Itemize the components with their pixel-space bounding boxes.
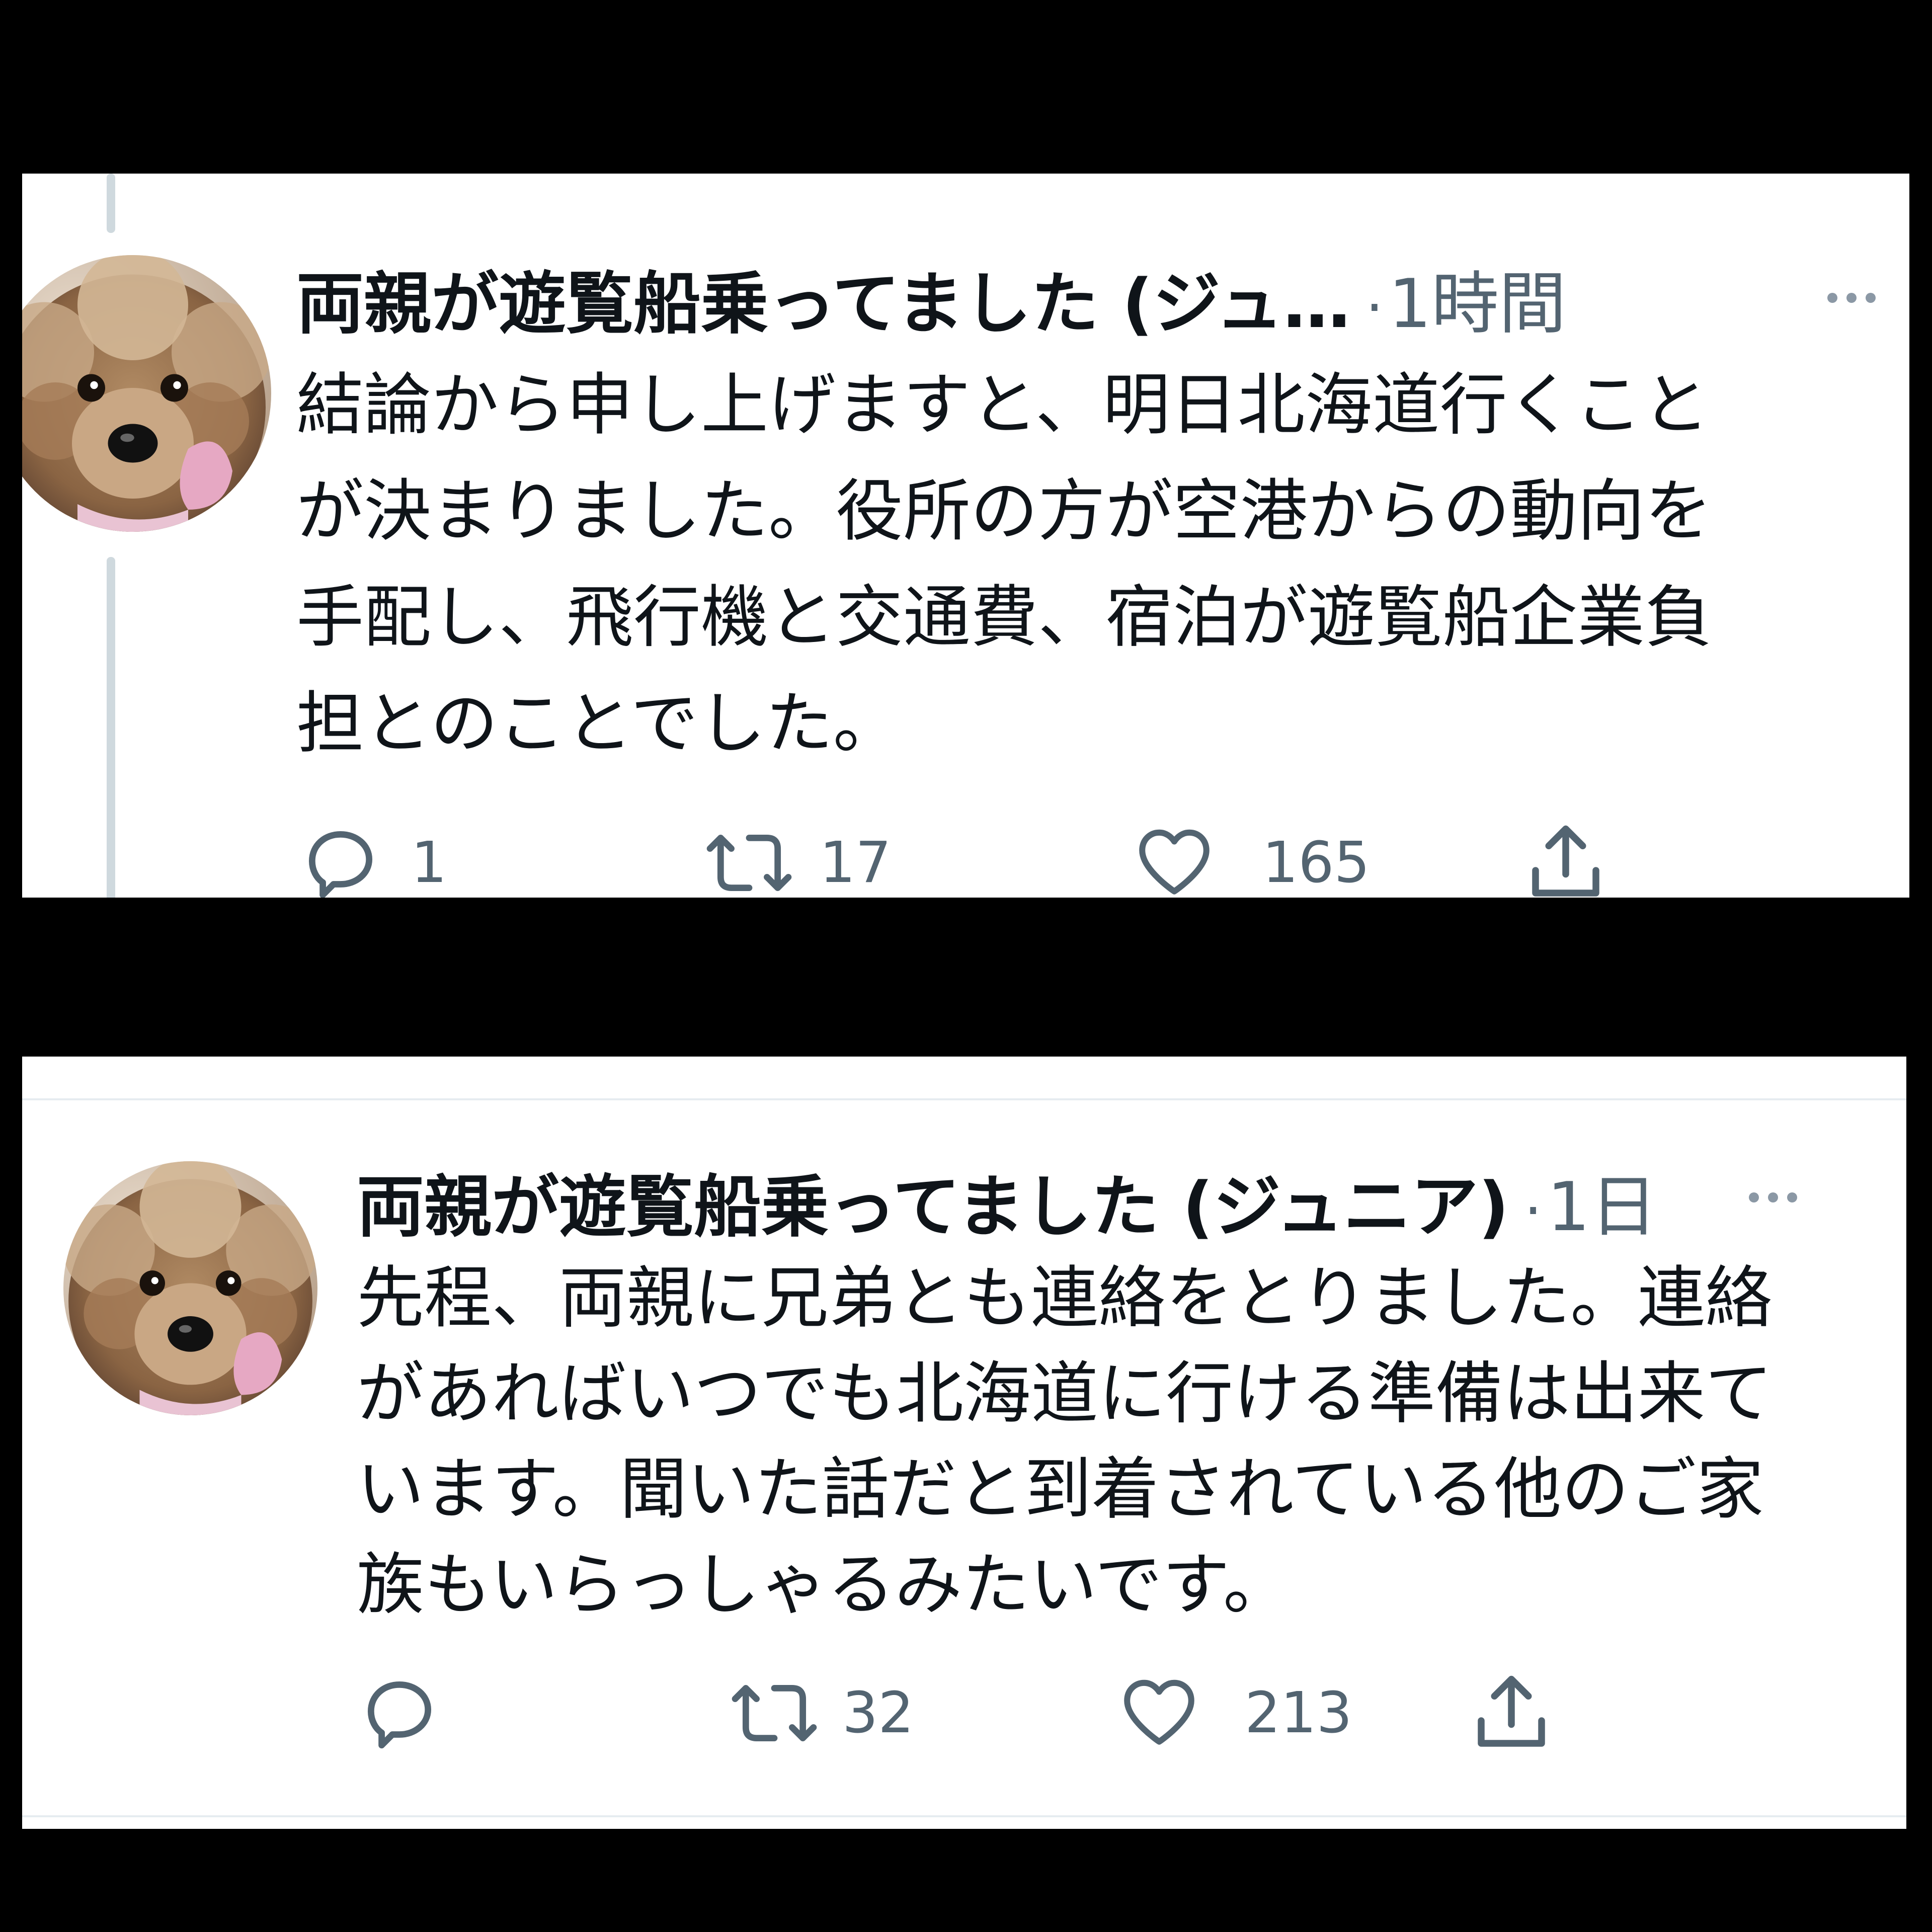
author-name[interactable]: 両親が遊覧船乗ってました (ジュニア) — [357, 1152, 1509, 1250]
avatar[interactable] — [63, 1161, 317, 1415]
header-separator: · — [1524, 1178, 1542, 1244]
reply-button[interactable]: 1 — [298, 820, 447, 898]
share-button[interactable] — [1466, 1668, 1557, 1758]
like-count: 165 — [1262, 830, 1370, 896]
share-button[interactable] — [1520, 818, 1611, 898]
tweet-card[interactable]: 両親が遊覧船乗ってました (ジュ… · 1時間 結論から申し上げますと、明日北海… — [22, 174, 1909, 898]
reply-count: 1 — [411, 830, 447, 896]
tweet-text-line: 族もいらっしゃるみたいです。 — [357, 1546, 1291, 1624]
tweet-text-line: います。聞いた話だと到着されている他のご家 — [357, 1450, 1764, 1528]
retweet-count: 17 — [820, 830, 892, 896]
reply-icon — [367, 1681, 432, 1749]
retweet-count: 32 — [842, 1680, 914, 1746]
poodle-avatar-icon — [63, 1161, 317, 1415]
tweet-text-line: 結論から申し上げますと、明日北海道行くこと — [296, 366, 1710, 444]
retweet-icon — [706, 835, 792, 891]
share-icon — [1478, 1675, 1545, 1747]
tweet-text-line: 手配し、飛行機と交通費、宿泊が遊覧船企業負 — [296, 578, 1713, 657]
heart-icon — [1124, 1679, 1194, 1745]
reply-button[interactable] — [357, 1670, 470, 1756]
thread-line — [107, 174, 115, 233]
share-icon — [1532, 825, 1599, 897]
author-name[interactable]: 両親が遊覧船乗ってました (ジュ… — [296, 249, 1350, 347]
retweet-button[interactable]: 32 — [727, 1670, 914, 1756]
tweet-text-line: が決まりました。役所の方が空港からの動向を — [296, 472, 1713, 550]
poodle-avatar-icon — [22, 255, 271, 532]
divider — [22, 1098, 1906, 1100]
tweet-header: 両親が遊覧船乗ってました (ジュニア) · 1日 — [357, 1152, 1657, 1250]
like-button[interactable]: 213 — [1114, 1670, 1352, 1756]
timestamp[interactable]: 1日 — [1547, 1152, 1657, 1250]
reply-icon — [308, 831, 373, 898]
tweet-header: 両親が遊覧船乗ってました (ジュ… · 1時間 — [296, 249, 1566, 347]
tweet-text: 先程、両親に兄弟とも連絡をとりました。連絡 があればいつでも北海道に行ける準備は… — [357, 1250, 1773, 1633]
retweet-icon — [732, 1685, 817, 1741]
header-separator: · — [1365, 275, 1384, 341]
tweet-text-line: 先程、両親に兄弟とも連絡をとりました。連絡 — [357, 1259, 1773, 1337]
thread-line — [107, 557, 115, 898]
tweet-card[interactable]: 両親が遊覧船乗ってました (ジュニア) · 1日 先程、両親に兄弟とも連絡をとり… — [22, 1057, 1906, 1829]
timestamp[interactable]: 1時間 — [1389, 249, 1566, 347]
like-count: 213 — [1245, 1680, 1352, 1746]
more-icon[interactable] — [1749, 1192, 1797, 1202]
tweet-text-line: があればいつでも北海道に行ける準備は出来て — [357, 1354, 1773, 1433]
retweet-button[interactable]: 17 — [701, 820, 892, 898]
avatar[interactable] — [22, 255, 271, 532]
like-button[interactable]: 165 — [1129, 820, 1370, 898]
tweet-text: 結論から申し上げますと、明日北海道行くこと が決まりました。役所の方が空港からの… — [296, 352, 1712, 777]
tweet-text-line: 担とのことでした。 — [296, 684, 901, 763]
heart-icon — [1139, 829, 1210, 895]
more-icon[interactable] — [1827, 293, 1876, 303]
divider — [22, 1815, 1906, 1817]
